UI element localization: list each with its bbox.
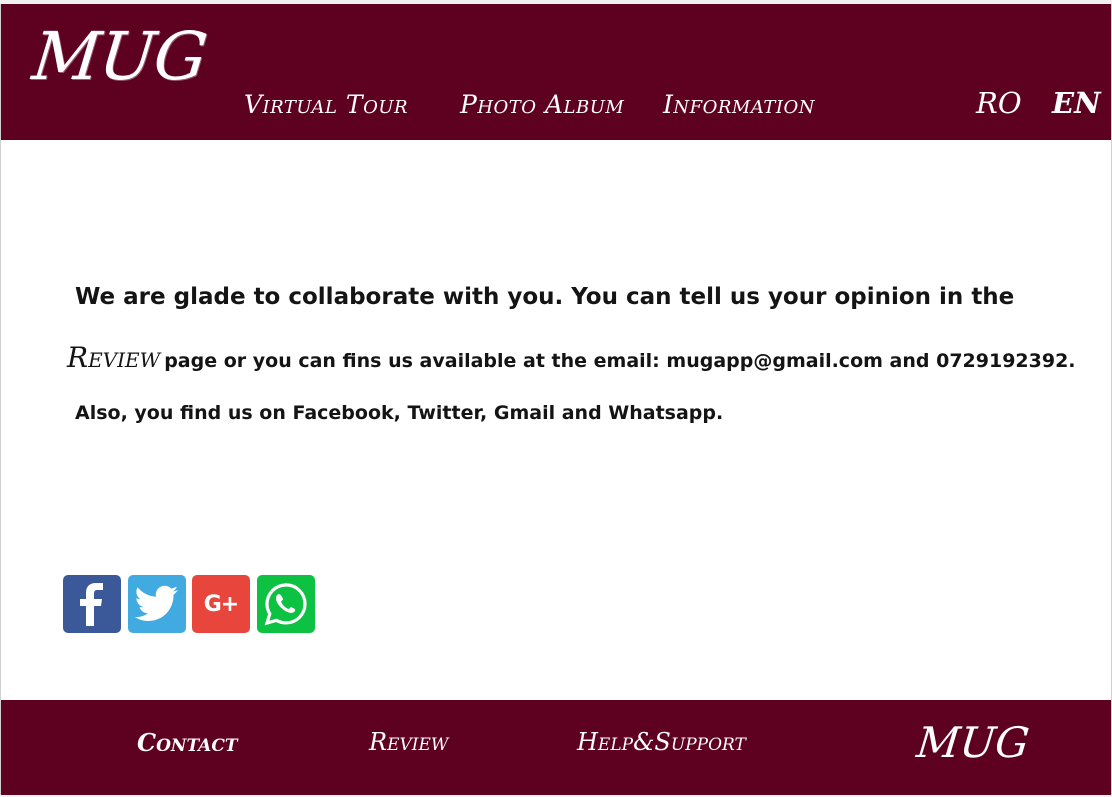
page-frame: MUG Virtual Tour Photo Album Information…	[0, 4, 1112, 795]
language-ro[interactable]: RO	[976, 86, 1022, 120]
nav-virtual-tour[interactable]: Virtual Tour	[244, 90, 408, 119]
contact-text-line-2: Review page or you can fins us available …	[67, 341, 1076, 374]
twitter-button[interactable]	[128, 575, 186, 633]
contact-content: We are glade to collaborate with you. Yo…	[1, 140, 1111, 700]
contact-text-line-2-rest: page or you can fins us available at the…	[164, 350, 1076, 372]
footer-help-support-link[interactable]: Help&Support	[577, 728, 746, 756]
nav-photo-album[interactable]: Photo Album	[460, 90, 624, 119]
contact-text-line-1: We are glade to collaborate with you. Yo…	[75, 284, 1015, 310]
site-footer: Contact Review Help&Support MUG	[1, 700, 1111, 795]
review-link[interactable]: Review	[67, 341, 160, 374]
nav-information[interactable]: Information	[663, 90, 815, 119]
twitter-icon	[134, 585, 178, 621]
google-plus-icon: G+	[203, 591, 239, 617]
language-en[interactable]: EN	[1052, 86, 1101, 120]
footer-review-link[interactable]: Review	[369, 728, 448, 756]
google-plus-button[interactable]: G+	[192, 575, 250, 633]
facebook-button[interactable]	[63, 575, 121, 633]
site-header: MUG Virtual Tour Photo Album Information…	[1, 4, 1111, 140]
facebook-icon	[80, 583, 103, 626]
whatsapp-icon	[264, 583, 307, 626]
contact-text-line-3: Also, you find us on Facebook, Twitter, …	[75, 402, 724, 424]
site-logo[interactable]: MUG	[29, 18, 210, 95]
footer-contact-link[interactable]: Contact	[137, 728, 238, 757]
whatsapp-button[interactable]	[257, 575, 315, 633]
footer-logo[interactable]: MUG	[914, 718, 1031, 767]
